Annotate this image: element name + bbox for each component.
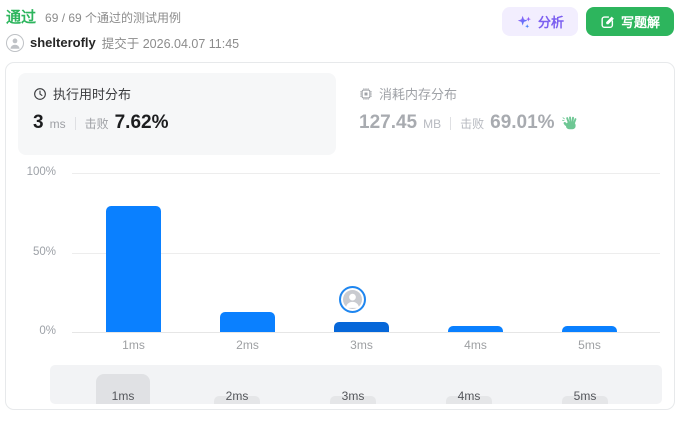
- person-icon: [346, 293, 359, 308]
- memory-value: 127.45: [359, 112, 418, 133]
- status-accepted-label: 通过: [6, 9, 37, 26]
- memory-beat-label: 击败: [460, 117, 485, 131]
- minimap-label[interactable]: 2ms: [207, 389, 267, 403]
- minimap-label[interactable]: 3ms: [323, 389, 383, 403]
- runtime-title: 执行用时分布: [53, 87, 132, 102]
- histogram-bar-5ms[interactable]: [562, 326, 617, 332]
- runtime-beat-label: 击败: [84, 117, 109, 131]
- user-avatar: [6, 33, 24, 52]
- histogram-bar-4ms[interactable]: [448, 326, 503, 332]
- clap-hand-icon: [561, 115, 578, 131]
- minimap-label[interactable]: 1ms: [93, 389, 153, 403]
- analyze-button[interactable]: 分析: [501, 7, 578, 36]
- histogram-bar-3ms[interactable]: [334, 322, 389, 332]
- minimap-label[interactable]: 5ms: [555, 389, 615, 403]
- memory-title: 消耗内存分布: [379, 87, 458, 102]
- memory-unit: MB: [423, 117, 442, 131]
- analyze-button-label: 分析: [537, 15, 564, 30]
- runtime-stat-tab[interactable]: 执行用时分布 3 ms 击败 7.62%: [18, 73, 336, 155]
- current-submission-marker: [339, 286, 366, 313]
- chip-icon: [360, 87, 372, 100]
- result-header: 通过 69 / 69 个通过的测试用例 shelterofly 提交于 2026…: [6, 6, 674, 52]
- runtime-unit: ms: [49, 117, 66, 131]
- stat-tabs: 执行用时分布 3 ms 击败 7.62% 消耗内存分布 127.45 MB 击败…: [18, 73, 662, 155]
- sparkles-icon: [517, 15, 531, 28]
- submitted-at: 提交于 2026.04.07 11:45: [101, 37, 240, 51]
- testcases-summary: 69 / 69 个通过的测试用例: [45, 11, 182, 25]
- result-header-left: 通过 69 / 69 个通过的测试用例 shelterofly 提交于 2026…: [6, 6, 239, 52]
- person-icon: [10, 38, 20, 49]
- divider: [74, 116, 76, 130]
- runtime-value: 3: [33, 112, 44, 133]
- memory-beat-percent: 69.01%: [490, 112, 555, 133]
- edit-icon: [601, 16, 614, 29]
- write-solution-button[interactable]: 写题解: [585, 7, 674, 36]
- runtime-beat-percent: 7.62%: [114, 112, 169, 133]
- minimap-label[interactable]: 4ms: [439, 389, 499, 403]
- memory-stat-tab[interactable]: 消耗内存分布 127.45 MB 击败 69.01%: [344, 73, 662, 155]
- clock-icon: [34, 87, 46, 100]
- write-solution-label: 写题解: [620, 15, 660, 30]
- divider: [450, 116, 452, 130]
- header-actions: 分析 写题解: [501, 7, 674, 36]
- username[interactable]: shelterofly: [30, 35, 96, 50]
- status-row: 通过 69 / 69 个通过的测试用例: [6, 6, 239, 27]
- submission-result-page: 通过 69 / 69 个通过的测试用例 shelterofly 提交于 2026…: [0, 0, 680, 422]
- histogram-bar-2ms[interactable]: [220, 312, 275, 332]
- submission-meta-row: shelterofly 提交于 2026.04.07 11:45: [6, 33, 239, 52]
- histogram-bar-1ms[interactable]: [106, 206, 161, 332]
